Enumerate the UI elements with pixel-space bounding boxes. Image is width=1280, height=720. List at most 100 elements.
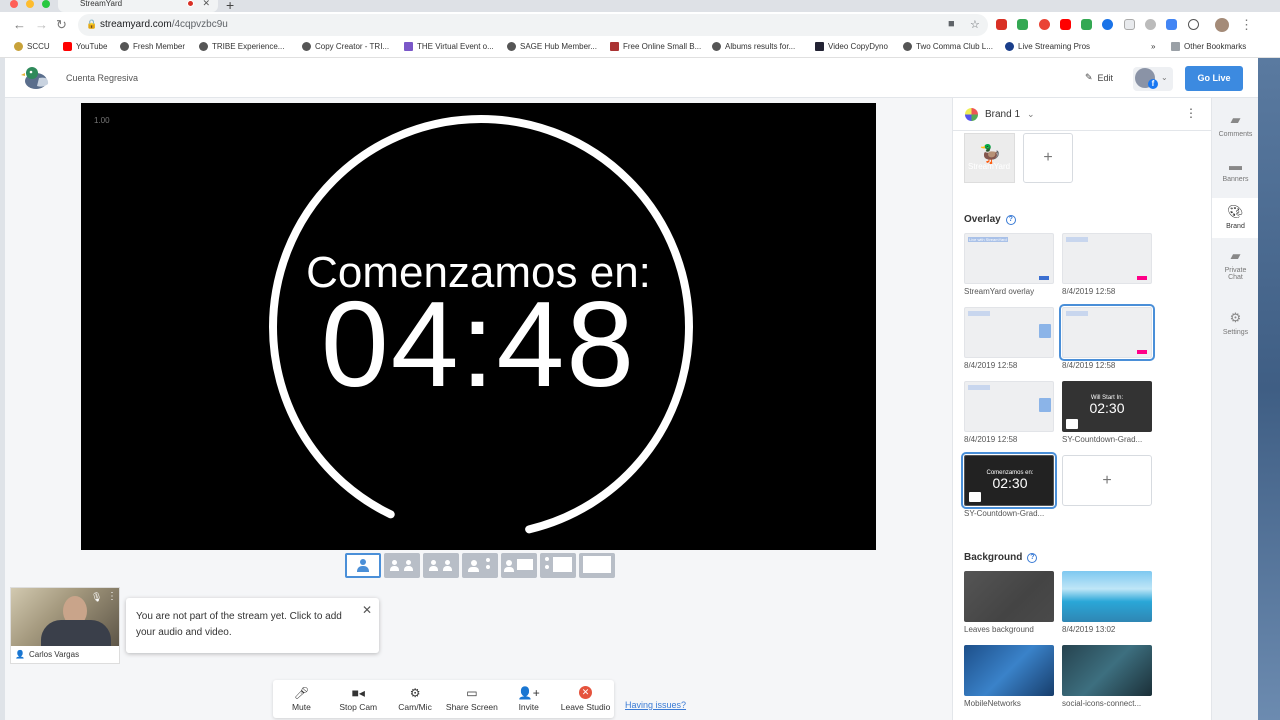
reload-icon[interactable]: ↻ [56, 17, 67, 33]
gear-icon: ⚙ [409, 686, 421, 700]
bookmark-item[interactable]: SCCU [14, 42, 50, 51]
info-extension-icon[interactable] [1188, 19, 1199, 30]
recording-indicator-icon [187, 0, 194, 7]
google-extension-icon[interactable] [1039, 19, 1050, 30]
layout-pip-button[interactable] [501, 553, 537, 578]
layout-leader-button[interactable] [423, 553, 459, 578]
self-view-tile[interactable]: 🎙 ⋮ 👤 Carlos Vargas [10, 587, 120, 664]
tab-title: StreamYard [80, 0, 123, 8]
browser-tab[interactable]: StreamYard ✕ [58, 0, 218, 12]
tab-close-icon[interactable]: ✕ [202, 0, 210, 8]
bookmark-item[interactable]: THE Virtual Event o... [404, 42, 494, 51]
layout-fullscreen-button[interactable] [579, 553, 615, 578]
streamyard-logo-icon [21, 67, 49, 89]
go-live-button[interactable]: Go Live [1185, 66, 1243, 91]
help-icon[interactable]: ? [1027, 552, 1038, 563]
logo-thumbnail[interactable]: 🦆 StreamYard [964, 133, 1015, 183]
bookmark-star-icon[interactable]: ☆ [970, 18, 980, 31]
not-in-stream-toast[interactable]: You are not part of the stream yet. Clic… [126, 598, 379, 653]
globe-icon [712, 42, 721, 51]
add-person-icon: 👤+ [517, 686, 540, 700]
profile-avatar-icon[interactable] [1215, 18, 1229, 32]
clapperboard-icon [1066, 419, 1078, 429]
cam-mic-settings-button[interactable]: ⚙ Cam/Mic [387, 680, 444, 718]
forward-icon[interactable]: → [35, 17, 48, 32]
overlay-section-title: Overlay ? [964, 214, 1016, 225]
rail-tab-settings[interactable]: ⚙ Settings [1212, 310, 1259, 346]
mute-button[interactable]: 🎤︎ Mute [273, 680, 330, 718]
overlay-thumbnail[interactable]: Will Start In: 02:30 [1062, 381, 1152, 432]
destination-selector[interactable]: f ⌄ [1133, 67, 1173, 91]
bookmark-item[interactable]: TRIBE Experience... [199, 42, 284, 51]
leave-studio-button[interactable]: ✕ Leave Studio [557, 680, 614, 718]
video-camera-icon: ■◂ [351, 686, 365, 700]
address-bar[interactable]: 🔒 streamyard.com/4cqpvzbc9u ■ ☆ [78, 14, 988, 36]
other-bookmarks[interactable]: Other Bookmarks [1171, 42, 1246, 51]
broadcast-title: Cuenta Regresiva [66, 73, 139, 83]
rail-tab-comments[interactable]: ▰ Comments [1212, 112, 1259, 148]
brand-selector[interactable]: Brand 1 ⌄ [965, 108, 1035, 121]
browser-tabstrip: StreamYard ✕ + [0, 0, 1280, 13]
help-icon[interactable]: ? [1005, 214, 1016, 225]
desktop-background [1258, 58, 1280, 720]
extension-icon[interactable] [996, 19, 1007, 30]
window-close-control[interactable] [10, 0, 18, 8]
bookmark-item[interactable]: Free Online Small B... [610, 42, 701, 51]
bookmarks-bar: SCCU YouTube Fresh Member TRIBE Experien… [0, 38, 1280, 58]
bookmark-item[interactable]: Two Comma Club L... [903, 42, 993, 51]
bookmark-item[interactable]: YouTube [63, 42, 107, 51]
download-arrow-icon[interactable] [1166, 19, 1177, 30]
bookmark-item[interactable]: Fresh Member [120, 42, 185, 51]
overlay-thumbnail[interactable] [964, 307, 1054, 358]
layout-solo-button[interactable] [345, 553, 381, 578]
layout-thin-button[interactable] [462, 553, 498, 578]
brand-menu-icon[interactable]: ⋮ [1185, 106, 1197, 120]
overlay-thumbnail[interactable] [964, 381, 1054, 432]
background-thumbnail[interactable] [964, 571, 1054, 622]
stage-preview[interactable]: 1.00 Comenzamos en: 04:48 [81, 103, 876, 550]
having-issues-link[interactable]: Having issues? [625, 700, 686, 710]
layout-group-button[interactable] [384, 553, 420, 578]
download-extension-icon[interactable] [1017, 19, 1028, 30]
back-icon[interactable]: ← [13, 17, 26, 32]
share-screen-button[interactable]: ▭ Share Screen [443, 680, 500, 718]
layout-selector [345, 553, 615, 578]
invite-button[interactable]: 👤+ Invite [500, 680, 557, 718]
background-caption: Leaves background [964, 625, 1034, 634]
background-thumbnail[interactable] [1062, 645, 1152, 696]
browser-menu-icon[interactable]: ⋮ [1240, 17, 1253, 33]
background-thumbnail[interactable] [964, 645, 1054, 696]
bookmark-item[interactable]: Video CopyDyno [815, 42, 888, 51]
window-minimize-control[interactable] [26, 0, 34, 8]
overlay-thumbnail-selected[interactable] [1059, 304, 1155, 361]
bookmark-item[interactable]: Copy Creator - TRI... [302, 42, 389, 51]
chevron-down-icon: ⌄ [1161, 73, 1168, 82]
add-logo-button[interactable]: + [1023, 133, 1073, 183]
overlay-thumbnail[interactable] [1062, 233, 1152, 284]
overlay-thumbnail-active[interactable]: Comenzamos en: 02:30 [961, 452, 1057, 509]
bookmark-item[interactable]: Albums results for... [712, 42, 795, 51]
more-options-icon[interactable]: ⋮ [107, 591, 117, 602]
add-overlay-button[interactable]: + [1062, 455, 1152, 506]
person-icon: 👤 [15, 650, 25, 659]
brand-name: Brand 1 [985, 109, 1021, 120]
bookmark-item[interactable]: SAGE Hub Member... [507, 42, 597, 51]
edit-button[interactable]: ✎ Edit [1085, 72, 1113, 83]
stop-cam-button[interactable]: ■◂ Stop Cam [330, 680, 387, 718]
page-extension-icon[interactable] [1124, 19, 1135, 30]
camera-permission-icon[interactable]: ■ [948, 18, 955, 30]
layout-screen-sidebar-button[interactable] [540, 553, 576, 578]
bookmarks-overflow[interactable]: » [1151, 42, 1155, 51]
rail-tab-brand[interactable]: 🎨︎ Brand [1212, 198, 1259, 238]
bookmark-item[interactable]: Live Streaming Pros [1005, 42, 1090, 51]
overlay-thumbnail[interactable]: Live with StreamYard [964, 233, 1054, 284]
check-extension-icon[interactable] [1081, 19, 1092, 30]
youtube-extension-icon[interactable] [1060, 19, 1071, 30]
rail-tab-private-chat[interactable]: ▰ Private Chat [1212, 248, 1259, 292]
window-zoom-control[interactable] [42, 0, 50, 8]
settings-extension-icon[interactable] [1145, 19, 1156, 30]
background-thumbnail[interactable] [1062, 571, 1152, 622]
close-icon[interactable]: ✕ [362, 602, 372, 618]
circle-extension-icon[interactable] [1102, 19, 1113, 30]
rail-tab-banners[interactable]: ▬ Banners [1212, 158, 1259, 194]
